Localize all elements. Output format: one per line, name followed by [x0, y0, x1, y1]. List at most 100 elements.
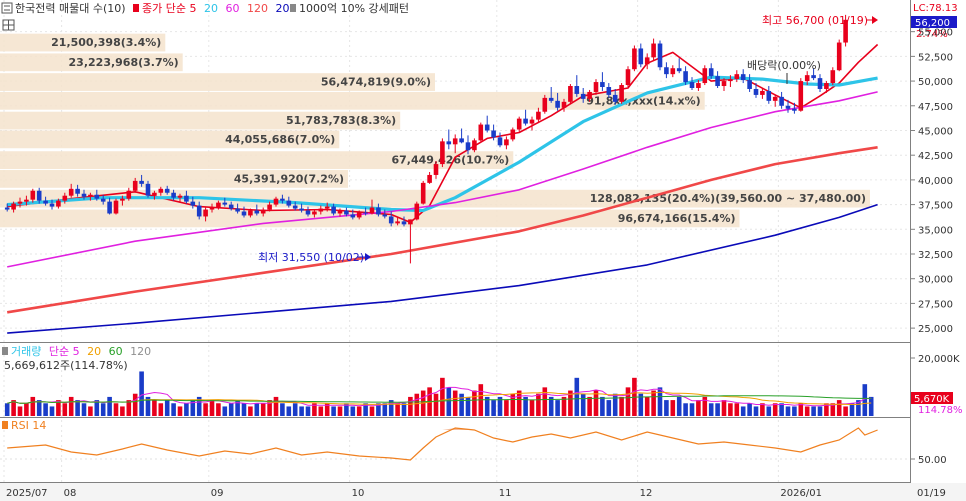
- volume-legend[interactable]: 거래량 단순 5 20 60 120: [11, 345, 151, 358]
- volume-profile-label: 21,500,398(3.4%): [51, 36, 161, 49]
- candle-body: [190, 201, 196, 206]
- candle-body: [184, 195, 189, 202]
- volume-bar: [440, 377, 445, 416]
- candle-body: [516, 118, 522, 130]
- candle-body: [715, 76, 720, 87]
- volume-bar: [516, 390, 522, 416]
- volume-bar: [17, 406, 23, 416]
- candle-body: [657, 43, 663, 68]
- stock-chart[interactable]: 21,500,398(3.4%) 23,223,968(3.7%) 56,474,8…: [0, 0, 966, 501]
- volume-bar: [561, 396, 567, 416]
- volume-bar: [68, 396, 74, 416]
- volume-bar: [318, 406, 324, 416]
- pattern-legend[interactable]: 1000억 10% 강세패턴: [299, 2, 409, 15]
- candle-body: [107, 201, 112, 214]
- candle-body: [504, 139, 509, 146]
- volume-bar: [689, 403, 695, 416]
- y-tick-label: 37,500: [918, 201, 953, 212]
- candle-body: [56, 200, 61, 207]
- candle-body: [164, 188, 170, 193]
- candle-body: [401, 221, 407, 225]
- y-tick-label: 45,000: [918, 126, 953, 137]
- candle-body: [120, 198, 125, 201]
- volume-bar: [4, 403, 10, 416]
- chart-title[interactable]: 한국전력 매물대 수(10): [15, 2, 126, 15]
- candle-body: [331, 206, 336, 214]
- y-tick-label: 40,000: [918, 176, 953, 187]
- volume-bar: [382, 403, 388, 416]
- candle-body: [177, 195, 183, 198]
- candle-body: [369, 207, 375, 214]
- candle-body: [132, 180, 138, 191]
- volume-bar: [305, 406, 311, 416]
- candle-body: [542, 97, 548, 112]
- candle-body: [209, 207, 215, 210]
- y-tick-label: 50,000: [918, 77, 953, 88]
- candle-body: [49, 203, 55, 207]
- low-price-label: 최저 31,550 (10/02): [258, 251, 364, 264]
- volume-bar: [43, 403, 48, 416]
- volume-profile-label: 23,223,968(3.7%): [69, 56, 179, 69]
- volume-bar: [580, 393, 586, 416]
- y-tick-label: 32,500: [918, 250, 953, 261]
- legend-marker: [290, 4, 296, 12]
- volume-bar: [657, 387, 663, 416]
- volume-bar: [587, 396, 592, 416]
- menu-icon[interactable]: [1, 2, 13, 14]
- candle-body: [222, 202, 228, 205]
- legend-ma5: 종가 단순 5: [142, 2, 196, 15]
- volume-bar: [849, 403, 855, 416]
- volume-bar: [593, 390, 599, 416]
- candle-body: [152, 192, 157, 196]
- volume-bar: [452, 390, 458, 416]
- candle-body: [36, 190, 42, 201]
- volume-bar: [171, 403, 176, 416]
- candle-body: [145, 183, 151, 196]
- candle-body: [664, 67, 669, 75]
- candle-body: [113, 200, 119, 214]
- rsi-panel-icon[interactable]: [2, 421, 8, 429]
- volume-bar: [36, 400, 42, 416]
- volume-bar: [843, 406, 848, 416]
- candle-body: [644, 57, 650, 65]
- candle-body: [600, 82, 605, 88]
- candle-body: [651, 43, 656, 58]
- volume-bar: [49, 406, 55, 416]
- rsi-legend[interactable]: RSI 14: [11, 419, 46, 432]
- y-tick-label: 42,500: [918, 151, 953, 162]
- volume-bar: [715, 403, 720, 416]
- candle-body: [11, 203, 16, 210]
- volume-bar: [107, 396, 112, 416]
- volume-bar: [241, 403, 247, 416]
- volume-panel-icon[interactable]: [2, 347, 8, 355]
- candle-body: [568, 86, 573, 102]
- volume-bar: [292, 403, 298, 416]
- volume-bar: [817, 406, 823, 416]
- volume-bar: [625, 387, 631, 416]
- volume-bar: [356, 406, 362, 416]
- candle-body: [632, 48, 637, 70]
- volume-bar: [465, 396, 471, 416]
- volume-bar: [536, 393, 541, 416]
- candle-body: [203, 209, 208, 217]
- volume-bar: [88, 406, 93, 416]
- y-tick-label: 35,000: [918, 225, 953, 236]
- candle-body: [420, 182, 426, 204]
- candle-body: [824, 83, 829, 89]
- legend-marker: [133, 4, 139, 12]
- candle-body: [267, 204, 272, 210]
- volume-legend-ma20: 20: [87, 345, 101, 358]
- volume-bar: [395, 403, 400, 416]
- candle-body: [555, 100, 560, 108]
- x-axis-label: 10: [352, 488, 365, 499]
- volume-bar: [401, 403, 407, 416]
- candle-body: [817, 78, 823, 89]
- volume-bar: [612, 393, 618, 416]
- candle-body: [536, 111, 541, 120]
- volume-bar: [696, 400, 701, 416]
- y-tick-label: 47,500: [918, 102, 953, 113]
- volume-bar: [683, 403, 688, 416]
- volume-bar: [676, 396, 682, 416]
- volume-bar: [472, 390, 477, 416]
- candle-body: [747, 80, 752, 89]
